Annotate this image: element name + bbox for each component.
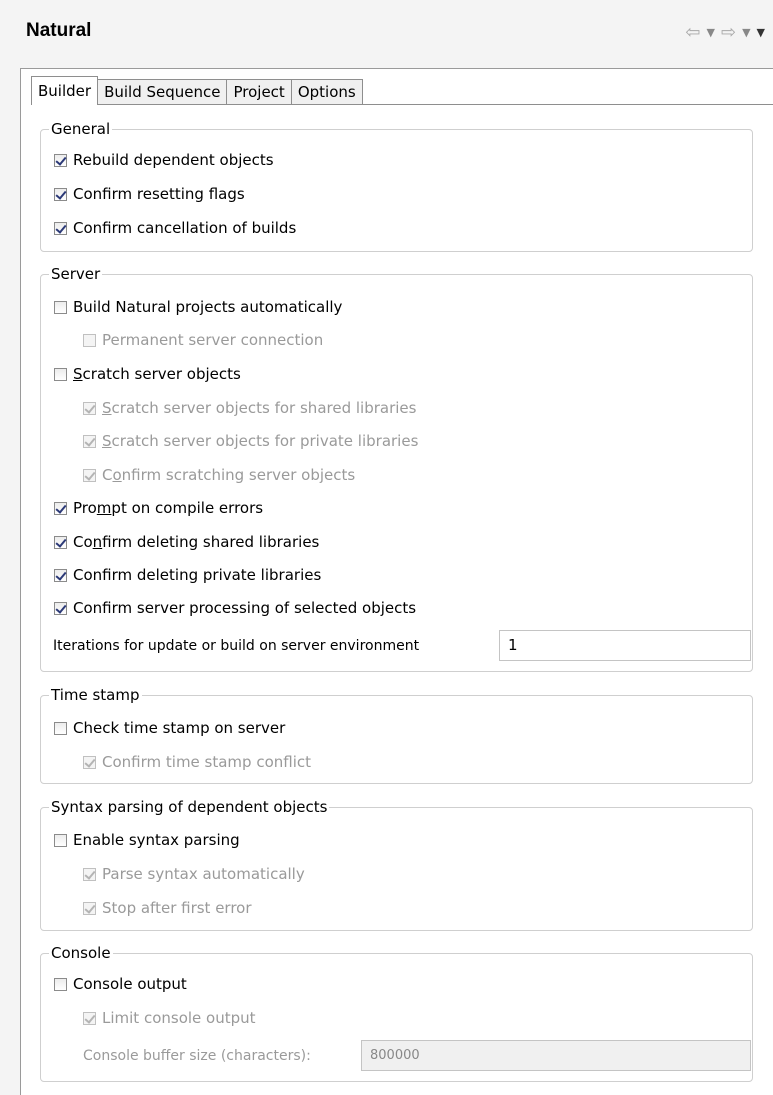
limit-console-checkbox[interactable]: Limit console output — [83, 1009, 256, 1027]
arrow-left-icon[interactable]: ⇦ — [685, 22, 700, 43]
scratch-private-label: Scratch server objects for private libra… — [102, 432, 419, 450]
permanent-conn-checkbox[interactable]: Permanent server connection — [83, 331, 323, 349]
confirm-del-shared-checkbox[interactable]: Confirm deleting shared libraries — [54, 533, 319, 551]
checkbox-icon — [83, 468, 96, 482]
enable-syntax-checkbox[interactable]: Enable syntax parsing — [54, 831, 240, 849]
checkbox-icon — [54, 568, 67, 582]
tab-builder[interactable]: Builder — [31, 76, 99, 105]
confirm-scratch-checkbox[interactable]: Confirm scratching server objects — [83, 466, 355, 484]
build-auto-label: Build Natural projects automatically — [73, 298, 343, 316]
confirm-del-private-label: Confirm deleting private libraries — [73, 566, 322, 584]
general-legend: General — [51, 120, 111, 138]
enable-syntax-label: Enable syntax parsing — [73, 831, 240, 849]
console-output-checkbox[interactable]: Console output — [54, 975, 187, 993]
checkbox-icon — [54, 221, 67, 235]
checkbox-icon — [83, 1011, 96, 1025]
build-auto-checkbox[interactable]: Build Natural projects automatically — [54, 298, 342, 316]
checkbox-icon — [83, 434, 96, 448]
confirm-del-shared-label: Confirm deleting shared libraries — [73, 533, 320, 551]
checkbox-icon — [54, 601, 67, 615]
scratch-objects-checkbox[interactable]: Scratch server objects — [54, 365, 241, 383]
limit-console-label: Limit console output — [102, 1009, 256, 1027]
checkbox-icon — [54, 187, 67, 201]
confirm-cancel-builds-checkbox[interactable]: Confirm cancellation of builds — [54, 219, 296, 237]
scratch-objects-label: Scratch server objects — [73, 365, 241, 383]
parse-auto-label: Parse syntax automatically — [102, 865, 305, 883]
confirm-reset-flags-label: Confirm resetting flags — [73, 185, 245, 203]
checkbox-icon — [54, 153, 67, 167]
checkbox-icon — [83, 333, 96, 347]
parse-auto-checkbox[interactable]: Parse syntax automatically — [83, 865, 305, 883]
confirm-processing-label: Confirm server processing of selected ob… — [73, 599, 417, 617]
checkbox-icon — [83, 755, 96, 769]
checkbox-icon — [83, 901, 96, 915]
checkbox-icon — [54, 721, 67, 735]
buffer-size-input[interactable]: 800000 — [361, 1040, 751, 1071]
confirm-conflict-checkbox[interactable]: Confirm time stamp conflict — [83, 753, 311, 771]
view-nav-toolbar: ⇦ ▼ ⇨ ▼ ▼ — [685, 22, 765, 43]
console-output-label: Console output — [73, 975, 187, 993]
syntax-legend: Syntax parsing of dependent objects — [51, 798, 328, 816]
iterations-label: Iterations for update or build on server… — [53, 638, 420, 654]
chevron-down-icon[interactable]: ▼ — [742, 26, 750, 39]
tab-project[interactable]: Project — [226, 79, 292, 104]
checkbox-icon — [54, 535, 67, 549]
rebuild-dependent-label: Rebuild dependent objects — [73, 151, 274, 169]
checkbox-icon — [83, 401, 96, 415]
scratch-private-checkbox[interactable]: Scratch server objects for private libra… — [83, 432, 418, 450]
checkbox-icon — [54, 367, 67, 381]
buffer-size-label: Console buffer size (characters): — [83, 1048, 311, 1064]
tab-options[interactable]: Options — [290, 79, 363, 104]
checkbox-icon — [54, 300, 67, 314]
confirm-reset-flags-checkbox[interactable]: Confirm resetting flags — [54, 185, 245, 203]
checkbox-icon — [83, 867, 96, 881]
scratch-shared-label: Scratch server objects for shared librar… — [102, 399, 417, 417]
timestamp-legend: Time stamp — [51, 686, 140, 704]
arrow-right-icon[interactable]: ⇨ — [721, 22, 736, 43]
checkbox-icon — [54, 501, 67, 515]
permanent-conn-label: Permanent server connection — [102, 331, 324, 349]
view-menu-icon[interactable]: ▼ — [757, 26, 765, 39]
chevron-down-icon[interactable]: ▼ — [707, 26, 715, 39]
view-title: Natural — [26, 20, 92, 41]
prompt-compile-label: Prompt on compile errors — [73, 499, 264, 517]
scratch-shared-checkbox[interactable]: Scratch server objects for shared librar… — [83, 399, 416, 417]
preference-page: Builder Build Sequence Project Options G… — [20, 68, 773, 1095]
iterations-input[interactable]: 1 — [499, 630, 751, 661]
stop-first-error-label: Stop after first error — [102, 899, 252, 917]
confirm-scratch-label: Confirm scratching server objects — [102, 466, 356, 484]
rebuild-dependent-checkbox[interactable]: Rebuild dependent objects — [54, 151, 274, 169]
view-header: Natural ⇦ ▼ ⇨ ▼ ▼ — [0, 0, 773, 64]
confirm-conflict-label: Confirm time stamp conflict — [102, 753, 312, 771]
confirm-processing-checkbox[interactable]: Confirm server processing of selected ob… — [54, 599, 416, 617]
tab-bar: Builder Build Sequence Project Options — [31, 76, 363, 105]
confirm-cancel-builds-label: Confirm cancellation of builds — [73, 219, 297, 237]
tab-build-sequence[interactable]: Build Sequence — [97, 79, 228, 104]
tab-divider — [31, 104, 773, 105]
console-legend: Console — [51, 944, 111, 962]
prompt-compile-checkbox[interactable]: Prompt on compile errors — [54, 499, 263, 517]
confirm-del-private-checkbox[interactable]: Confirm deleting private libraries — [54, 566, 321, 584]
check-timestamp-label: Check time stamp on server — [73, 719, 286, 737]
check-timestamp-checkbox[interactable]: Check time stamp on server — [54, 719, 285, 737]
stop-first-error-checkbox[interactable]: Stop after first error — [83, 899, 252, 917]
server-legend: Server — [51, 265, 101, 283]
checkbox-icon — [54, 977, 67, 991]
checkbox-icon — [54, 833, 67, 847]
